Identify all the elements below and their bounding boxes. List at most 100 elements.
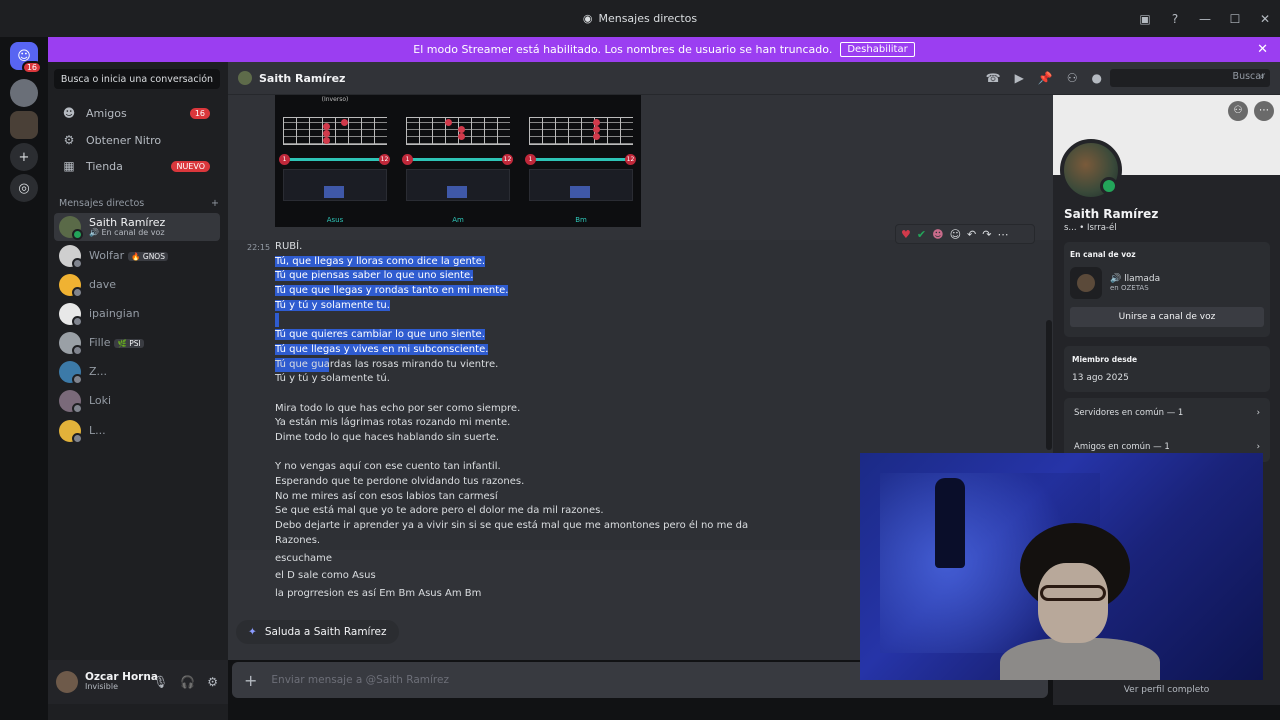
more-icon[interactable]: ⋯ (1254, 101, 1274, 121)
dm-name: dave (89, 277, 117, 291)
profile-avatar[interactable] (1060, 139, 1122, 201)
help-icon[interactable]: ? (1160, 12, 1190, 26)
disable-button[interactable]: Deshabilitar (840, 42, 915, 57)
server-icon[interactable] (10, 79, 38, 107)
avatar (59, 361, 83, 385)
range-end: 12 (625, 154, 636, 165)
fret-dot (593, 133, 600, 140)
dm-item[interactable]: Fille 🌿 PSI (54, 329, 220, 357)
new-badge: NUEVO (171, 160, 210, 172)
webcam-overlay (860, 453, 1263, 680)
microphone-icon[interactable]: 🎙 (153, 675, 168, 689)
reaction-icon[interactable]: ☻ (932, 228, 943, 241)
check-icon[interactable]: ✔ (917, 228, 926, 241)
close-button[interactable]: ✕ (1250, 12, 1280, 26)
avatar (59, 303, 83, 327)
avatar[interactable] (56, 671, 78, 693)
add-friend-icon[interactable]: ⚇ (1228, 101, 1248, 121)
nav-shop[interactable]: ▦ Tienda NUEVO (54, 154, 220, 178)
nav-friends[interactable]: ☻ Amigos 16 (54, 101, 220, 125)
sparkle-icon: ✦ (248, 626, 257, 638)
maximize-button[interactable]: ☐ (1220, 12, 1250, 26)
dm-status: 🔊 En canal de voz (89, 227, 165, 237)
dm-header: Mensajes directos + (59, 198, 219, 209)
server-rail: ☺ 16 + ◎ (0, 37, 48, 720)
add-dm-icon[interactable]: + (211, 198, 219, 209)
voice-card: En canal de voz 🔊 llamada en OZETAS Unirs… (1064, 242, 1270, 337)
lyric-line: Se que está mal que yo te adore pero el … (275, 505, 604, 517)
lyric-line: Razones. (275, 534, 321, 546)
search-input[interactable]: Buscar ⌕ (1110, 69, 1270, 87)
dm-name: Saith Ramírez (89, 215, 166, 229)
pin-icon[interactable]: 📌 (1038, 71, 1053, 85)
notification-badge: 16 (21, 61, 42, 74)
message-toolbar: ♥ ✔ ☻ ☺ ↶ ↷ ⋯ (895, 224, 1035, 244)
chord-diagram: 1 12 Bm (521, 95, 641, 227)
fret-dot (341, 119, 348, 126)
voice-channel-name: 🔊 llamada (1110, 274, 1161, 284)
dm-sidebar: Busca o inicia una conversación ☻ Amigos… (48, 62, 228, 720)
wave-button[interactable]: ✦ Saluda a Saith Ramírez (236, 620, 399, 644)
video-icon[interactable]: ▶ (1015, 71, 1024, 85)
chevron-right-icon: › (1256, 408, 1260, 418)
chord-diagram: (Inverso) 1 12 Asus (275, 95, 395, 227)
explore-icon[interactable]: ◎ (10, 174, 38, 202)
chord-image[interactable]: (Inverso) 1 12 Asus 1 12 Am 1 12 Bm (275, 95, 641, 227)
profile-icon[interactable]: ● (1092, 71, 1102, 85)
lyric-line: Dime todo lo que haces hablando sin suer… (275, 431, 500, 443)
message-input[interactable]: Enviar mensaje a @Saith Ramírez (271, 674, 449, 686)
lyric-line: No me mires así con esos labios tan carm… (275, 490, 498, 502)
user-panel: Ozcar Horna Invisible 🎙 🎧 ⚙ (48, 660, 228, 704)
attach-icon[interactable]: + (244, 671, 257, 690)
gear-icon[interactable]: ⚙ (207, 675, 218, 689)
view-full-profile-link[interactable]: Ver perfil completo (1053, 680, 1280, 700)
reaction-icon[interactable]: ♥ (901, 228, 911, 241)
fret-dot (593, 119, 600, 126)
username: Ozcar Horna (85, 670, 158, 683)
dm-name: L... (89, 423, 106, 437)
message-timestamp: 22:15 (247, 243, 271, 252)
range-start: 1 (279, 154, 290, 165)
conversation-search-button[interactable]: Busca o inicia una conversación (54, 69, 220, 89)
avatar (59, 274, 83, 298)
lyric-line: Y no vengas aquí con ese cuento tan infa… (275, 461, 501, 473)
mutual-servers[interactable]: Servidores en común — 1 › (1064, 398, 1270, 428)
dm-item[interactable]: L... (54, 417, 220, 445)
nav-nitro[interactable]: ⚙ Obtener Nitro (54, 128, 220, 152)
minimize-button[interactable]: — (1190, 12, 1220, 26)
dm-item[interactable]: Loki (54, 387, 220, 415)
message-text[interactable]: el D sale como Asus (275, 570, 376, 581)
message-text[interactable]: la progrresion es así Em Bm Asus Am Bm (275, 588, 481, 599)
message-text[interactable]: escuchame (275, 553, 332, 564)
avatar (59, 245, 83, 269)
dm-item[interactable]: Z... (54, 358, 220, 386)
chord-label: Asus (326, 216, 344, 224)
inbox-icon[interactable]: ▣ (1130, 12, 1160, 26)
window-controls: ▣ ? — ☐ ✕ (1130, 0, 1280, 37)
home-button[interactable]: ☺ 16 (10, 42, 42, 74)
join-voice-button[interactable]: Unirse a canal de voz (1070, 307, 1264, 327)
server-avatar (1070, 267, 1102, 299)
forward-icon[interactable]: ↷ (982, 228, 991, 241)
dm-item[interactable]: Saith Ramírez 🔊 En canal de voz (54, 213, 220, 241)
range-start: 1 (402, 154, 413, 165)
chord-note: (Inverso) (321, 96, 349, 103)
server-icon[interactable] (10, 111, 38, 139)
add-friend-icon[interactable]: ⚇ (1067, 71, 1078, 85)
headphones-icon[interactable]: 🎧 (180, 675, 195, 689)
dm-item[interactable]: ipaingian (54, 300, 220, 328)
message-text[interactable]: RUBÍ. Tú, que llegas y lloras como dice … (275, 240, 749, 548)
profile-name: Saith Ramírez (1064, 207, 1159, 221)
dm-name: Fille (89, 335, 111, 349)
phone-icon[interactable]: ☎ (986, 71, 1001, 85)
scrollbar[interactable] (1046, 320, 1052, 450)
add-server-icon[interactable]: + (10, 143, 38, 171)
dm-item[interactable]: Wolfar 🔥 GNOS (54, 242, 220, 270)
add-reaction-icon[interactable]: ☺ (950, 228, 961, 241)
dm-item[interactable]: dave (54, 271, 220, 299)
close-icon[interactable]: ✕ (1257, 42, 1268, 57)
reply-icon[interactable]: ↶ (967, 228, 976, 241)
profile-username: s... • Isrra-él (1064, 223, 1117, 233)
fretboard (283, 117, 387, 145)
more-icon[interactable]: ⋯ (997, 228, 1008, 241)
